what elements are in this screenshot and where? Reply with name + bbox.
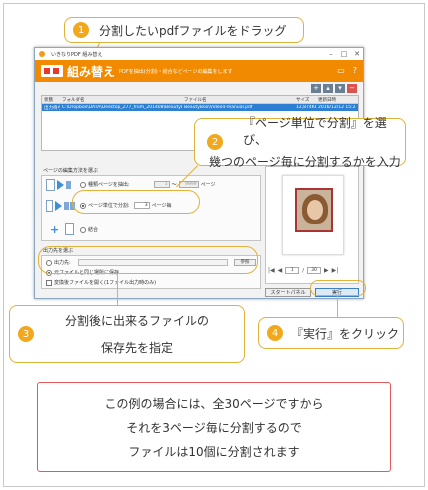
output-highlight <box>38 246 258 274</box>
last-page-icon[interactable]: ▶| <box>332 267 339 274</box>
col-size: サイズ <box>296 97 310 103</box>
move-down-icon[interactable]: ▾ <box>335 84 345 93</box>
callout-4-pointer <box>337 296 338 317</box>
start-panel-button[interactable]: スタートパネル <box>265 288 311 297</box>
callout-text-1: 分割後に出来るファイルの <box>64 314 209 328</box>
merge-option[interactable]: 結合 <box>80 226 98 233</box>
extract-radio[interactable] <box>80 181 86 188</box>
page-total: 30 <box>306 267 321 274</box>
prev-page-icon[interactable]: ◀ <box>278 267 283 274</box>
preview-photo <box>295 188 333 232</box>
minimize-icon[interactable]: – <box>325 48 337 60</box>
remove-icon[interactable]: − <box>347 84 357 93</box>
callout-4: 4 『実行』をクリック <box>258 317 404 349</box>
extract-unit: ページ <box>200 182 216 188</box>
merge-graphic: + <box>50 222 80 236</box>
page-navigator: |◀ ◀ 1 / 30 ▶ ▶| <box>268 267 356 274</box>
add-icon[interactable]: + <box>311 84 321 93</box>
page-separator: / <box>302 267 304 274</box>
header-icons: ▭ ? <box>337 66 357 75</box>
open-after-checkbox[interactable] <box>46 279 52 286</box>
open-after-option[interactable]: 変換後ファイルを開く(1ファイル出力時のみ) <box>46 279 156 286</box>
run-highlight <box>310 280 366 296</box>
callout-2: 2 『ページ単位で分割』を選び、 幾つのページ毎に分割するかを入力 <box>194 116 406 169</box>
note-line-2: それを3ページ毎に分割するので <box>126 420 302 435</box>
callout-number: 2 <box>207 134 223 150</box>
extract-graphic <box>46 178 76 192</box>
cell-filename: BeautyBox\Video4-manual.pdf <box>184 105 253 110</box>
split-highlight <box>72 190 200 214</box>
callout-text: 『実行』をクリック <box>291 326 400 341</box>
app-logo <box>41 65 63 77</box>
page-number-input[interactable]: 1 <box>285 267 300 274</box>
callout-text: 分割したいpdfファイルをドラッグ <box>99 23 287 38</box>
app-subtitle: PDFを抽出(分割)・結合などページの編集をします <box>119 69 233 75</box>
col-filename: ファイル名 <box>184 97 207 103</box>
extract-from-input[interactable]: 1 <box>153 181 170 188</box>
note-line-1: この例の場合には、全30ページですから <box>104 396 324 411</box>
close-icon[interactable]: ✕ <box>351 48 363 60</box>
callout-1: 1 分割したいpdfファイルをドラッグ <box>64 17 304 43</box>
first-page-icon[interactable]: |◀ <box>268 267 275 274</box>
callout-number: 3 <box>18 326 34 342</box>
callout-text-2: 幾つのページ毎に分割するかを入力 <box>209 155 401 169</box>
book-icon[interactable]: ▭ <box>337 66 345 75</box>
app-icon <box>39 51 45 57</box>
callout-number: 1 <box>73 22 89 38</box>
preview-panel: |◀ ◀ 1 / 30 ▶ ▶| <box>265 166 359 284</box>
merge-radio[interactable] <box>80 226 86 233</box>
col-status: 状態 <box>44 97 53 103</box>
note-line-3: ファイルは10個に分割されます <box>128 444 300 459</box>
callout-text-1: 『ページ単位で分割』を選び、 <box>243 116 387 147</box>
cell-size: 12,874KB <box>296 105 316 110</box>
split-section-label: ページの編集方法を選ぶ <box>43 168 98 174</box>
table-header: 状態 フォルダ名 ファイル名 サイズ 更新日時 <box>42 96 358 104</box>
merge-label: 結合 <box>88 227 99 233</box>
title-bar: いきなりPDF 組み替え – □ ✕ <box>35 48 363 60</box>
next-page-icon[interactable]: ▶ <box>324 267 329 274</box>
cell-folder: C:\Dropbox\DATA\Desktop_Z77_from_201408\… <box>62 105 182 110</box>
window-title: いきなりPDF 組み替え <box>51 51 103 58</box>
list-toolbar: + ▴ ▾ − <box>311 84 357 93</box>
callout-3-pointer <box>117 274 118 305</box>
help-icon[interactable]: ? <box>353 66 357 75</box>
extract-label: 種類ページを抽出: <box>88 182 130 188</box>
example-note: この例の場合には、全30ページですから それを3ページ毎に分割するので ファイル… <box>37 382 391 472</box>
callout-3: 3 分割後に出来るファイルの 保存先を指定 <box>9 305 245 363</box>
cell-status: 出力待ち <box>44 105 60 111</box>
cell-modified: 2016/12/12 15:2 <box>318 105 356 110</box>
callout-text-2: 保存先を指定 <box>100 341 173 355</box>
table-row[interactable]: 出力待ち C:\Dropbox\DATA\Desktop_Z77_from_20… <box>42 104 358 111</box>
callout-number: 4 <box>267 325 283 341</box>
preview-page <box>282 175 344 255</box>
move-up-icon[interactable]: ▴ <box>323 84 333 93</box>
maximize-icon[interactable]: □ <box>338 48 350 60</box>
open-after-label: 変換後ファイルを開く(1ファイル出力時のみ) <box>54 280 157 286</box>
header-banner: 組み替え PDFを抽出(分割)・結合などページの編集をします ▭ ? <box>35 60 363 82</box>
app-name: 組み替え <box>67 65 116 79</box>
col-folder: フォルダ名 <box>62 97 85 103</box>
col-modified: 更新日時 <box>318 97 336 103</box>
extract-option[interactable]: 種類ページを抽出: 1 〜 9999 ページ <box>80 181 216 188</box>
